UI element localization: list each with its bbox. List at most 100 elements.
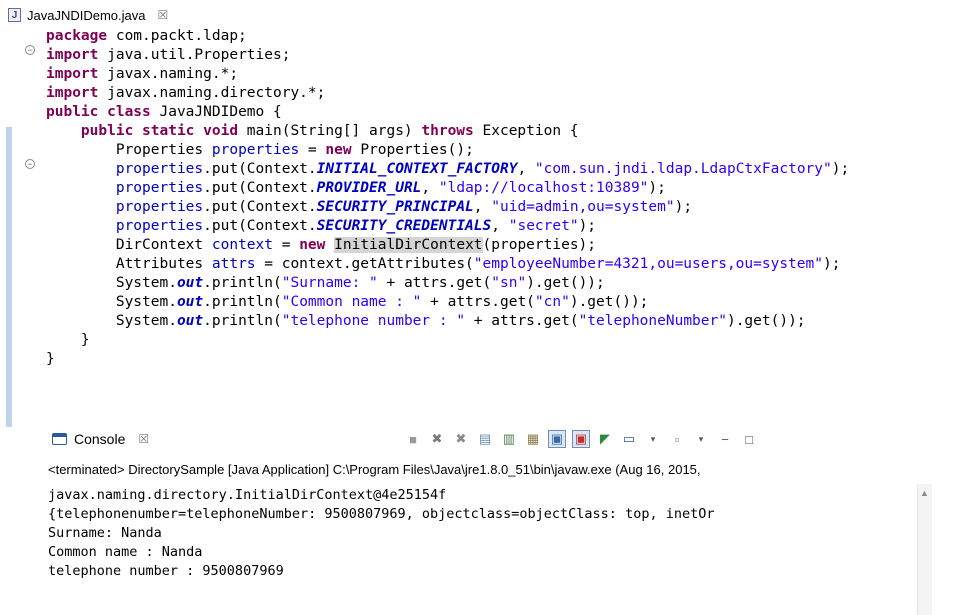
code-token: ); (578, 218, 597, 234)
code-token: , (421, 180, 439, 196)
editor-tab-bar: J JavaJNDIDemo.java ☒ (0, 0, 956, 26)
code-line: Attributes attrs = context.getAttributes… (46, 255, 841, 274)
code-token: + attrs.get( (465, 313, 579, 329)
code-editor[interactable]: − − package com.packt.ldap; import java.u… (0, 27, 956, 427)
scroll-lock-icon[interactable]: ▥ (500, 430, 518, 448)
code-token: ); (674, 199, 693, 215)
fold-marker-icon[interactable]: − (25, 159, 35, 169)
code-token: SECURITY_CREDENTIALS (316, 218, 492, 234)
code-line: properties.put(Context.PROVIDER_URL, "ld… (46, 179, 666, 198)
code-token: import (46, 47, 99, 63)
console-toolbar: ■ ✖ ✖ ▤ ▥ ▦ ▣ ▣ ◤ ▭ ▾ ▫ ▾ − □ (404, 430, 758, 448)
code-line: import javax.naming.*; (46, 65, 238, 84)
console-header: Console ☒ ■ ✖ ✖ ▤ ▥ ▦ ▣ ▣ ◤ ▭ ▾ ▫ ▾ − □ (42, 426, 956, 454)
code-token: properties (115, 218, 204, 234)
console-output-line: Surname: Nanda (48, 525, 162, 541)
code-token: "telephone number : " (281, 313, 466, 329)
close-icon[interactable]: ☒ (158, 8, 169, 22)
code-line: properties.put(Context.SECURITY_CREDENTI… (46, 217, 596, 236)
code-token: INITIAL_CONTEXT_FACTORY (316, 161, 518, 177)
code-token: javax.naming.*; (98, 66, 239, 82)
code-token: SECURITY_PRINCIPAL (316, 199, 474, 215)
console-view: Console ☒ ■ ✖ ✖ ▤ ▥ ▦ ▣ ▣ ◤ ▭ ▾ ▫ ▾ − □ … (42, 426, 956, 615)
display-console-icon[interactable]: ▭ (620, 430, 638, 448)
code-token: } (46, 351, 55, 367)
code-token: System. (46, 313, 177, 329)
code-token: public class (46, 104, 151, 120)
code-token: "ldap://localhost:10389" (438, 180, 649, 196)
code-line: import java.util.Properties; (46, 46, 290, 65)
code-token: import (46, 85, 99, 101)
open-console-icon[interactable]: ▫ (668, 430, 686, 448)
code-token: properties (115, 180, 204, 196)
code-token: System. (46, 275, 177, 291)
code-token: ); (831, 161, 850, 177)
code-token: javax.naming.directory.*; (98, 85, 326, 101)
code-token: + attrs.get( (377, 275, 492, 291)
code-token: new (299, 237, 326, 253)
code-token: context (211, 237, 273, 253)
code-token: , (473, 199, 492, 215)
code-line: package com.packt.ldap; (46, 27, 247, 46)
code-line: System.out.println("Common name : " + at… (46, 293, 649, 312)
code-token: = (272, 237, 300, 253)
java-file-icon: J (8, 8, 21, 22)
remove-launch-icon[interactable]: ✖ (428, 430, 446, 448)
minimize-icon[interactable]: − (716, 430, 734, 448)
code-token: out (176, 275, 204, 291)
close-icon[interactable]: ☒ (138, 432, 149, 446)
pin-console-icon[interactable]: ◤ (596, 430, 614, 448)
code-token: , (491, 218, 509, 234)
clear-console-icon[interactable]: ▤ (476, 430, 494, 448)
code-line: public static void main(String[] args) t… (46, 122, 579, 141)
dropdown-icon[interactable]: ▾ (644, 430, 662, 448)
word-wrap-icon[interactable]: ▦ (524, 430, 542, 448)
code-token: import (46, 66, 99, 82)
code-line: Properties properties = new Properties()… (46, 141, 474, 160)
terminate-icon[interactable]: ■ (404, 430, 422, 448)
code-token: "cn" (534, 294, 570, 310)
console-output-line: Common name : Nanda (48, 544, 203, 560)
code-token: com.packt.ldap; (107, 28, 247, 44)
maximize-icon[interactable]: □ (740, 430, 758, 448)
code-token: "sn" (491, 275, 527, 291)
code-token: "secret" (508, 218, 579, 234)
fold-marker-icon[interactable]: − (25, 45, 35, 55)
scroll-up-icon[interactable]: ▲ (920, 488, 929, 498)
dropdown-icon[interactable]: ▾ (692, 430, 710, 448)
show-on-stdout-icon[interactable]: ▣ (548, 430, 566, 448)
editor-tab[interactable]: J JavaJNDIDemo.java ☒ (4, 4, 177, 26)
show-on-stderr-icon[interactable]: ▣ (572, 430, 590, 448)
code-token: ).get()); (526, 275, 605, 291)
console-tab[interactable]: Console ☒ (52, 431, 149, 447)
console-icon (52, 433, 67, 445)
code-token: Properties(); (351, 142, 474, 158)
remove-all-terminated-icon[interactable]: ✖ (452, 430, 470, 448)
code-token: .put(Context. (203, 161, 317, 177)
console-output[interactable]: javax.naming.directory.InitialDirContext… (48, 486, 898, 611)
code-token: .println( (203, 313, 282, 329)
code-token: out (176, 294, 204, 310)
code-token: package (46, 28, 108, 44)
console-output-line: javax.naming.directory.InitialDirContext… (48, 487, 447, 503)
code-token: "telephoneNumber" (578, 313, 727, 329)
code-line: } (46, 350, 55, 369)
code-token: main(String[] args) (238, 123, 422, 139)
code-token: public static void (80, 123, 239, 139)
console-title: Console (74, 431, 126, 447)
code-token: "com.sun.jndi.ldap.LdapCtxFactory" (534, 161, 832, 177)
code-token: DirContext (46, 237, 212, 253)
code-token: ).get()); (726, 313, 806, 329)
scrollbar[interactable]: ▲ (917, 484, 932, 615)
editor-tab-label: JavaJNDIDemo.java (27, 7, 146, 23)
code-token: InitialDirContext (334, 237, 483, 253)
code-token: properties (115, 199, 204, 215)
code-token: "Surname: " (281, 275, 378, 291)
code-token: .put(Context. (203, 218, 317, 234)
code-token: new (325, 142, 352, 158)
code-line: System.out.println("Surname: " + attrs.g… (46, 274, 605, 293)
